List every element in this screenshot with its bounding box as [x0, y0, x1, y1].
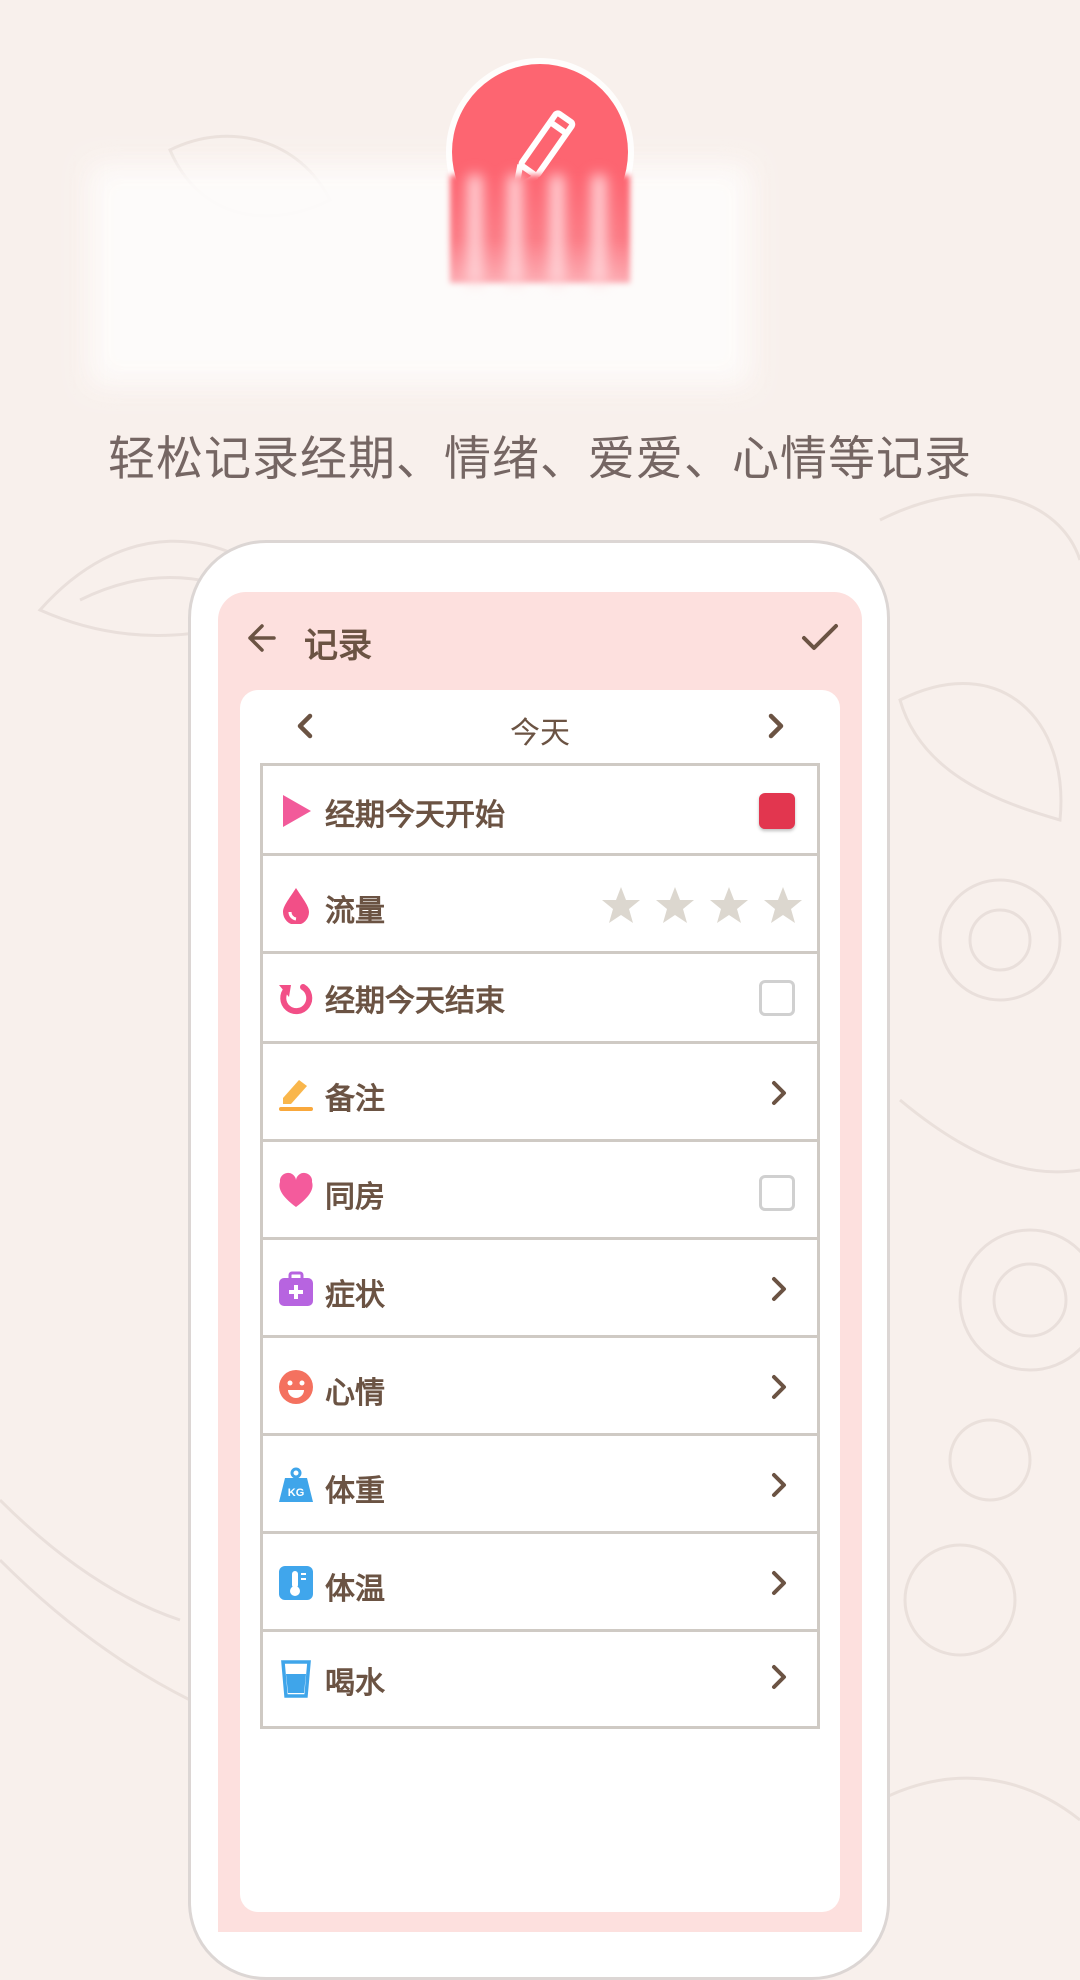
period-end-checkbox[interactable]	[759, 980, 795, 1016]
row-label: 流量	[325, 894, 385, 929]
page-title: 记录	[304, 626, 372, 666]
chevron-right-icon[interactable]	[769, 1472, 789, 1498]
chevron-right-icon[interactable]	[769, 1276, 789, 1302]
row-label: 经期今天开始	[325, 798, 505, 833]
heart-icon	[279, 1172, 313, 1207]
row-mood[interactable]: 心情	[263, 1338, 817, 1436]
note-icon	[279, 1080, 313, 1111]
record-list: 经期今天开始 流量 经期今天结束 备注 同房 症状 心情 KG 体重 体温 喝水	[260, 763, 820, 1729]
smile-icon	[279, 1370, 313, 1404]
date-label: 今天	[510, 716, 570, 751]
chevron-right-icon[interactable]	[769, 1570, 789, 1596]
row-intercourse[interactable]: 同房	[263, 1142, 817, 1240]
weight-icon: KG	[279, 1467, 313, 1502]
star-icon[interactable]	[763, 886, 803, 924]
row-label: 体重	[325, 1474, 385, 1509]
row-label: 症状	[325, 1278, 385, 1313]
flow-rating[interactable]	[587, 886, 803, 928]
row-label: 备注	[325, 1082, 385, 1117]
chevron-right-icon[interactable]	[769, 1664, 789, 1690]
star-icon[interactable]	[601, 886, 641, 924]
row-temperature[interactable]: 体温	[263, 1534, 817, 1632]
chevron-right-icon[interactable]	[769, 1080, 789, 1106]
back-arrow-icon[interactable]	[242, 620, 278, 656]
row-label: 体温	[325, 1572, 385, 1607]
restart-icon	[279, 984, 313, 1015]
star-icon[interactable]	[655, 886, 695, 924]
row-period-start[interactable]: 经期今天开始	[263, 766, 817, 856]
row-weight[interactable]: KG 体重	[263, 1436, 817, 1534]
play-icon	[283, 795, 311, 827]
previous-day-chevron-icon[interactable]	[293, 712, 317, 740]
period-start-checkbox[interactable]	[759, 793, 795, 829]
row-period-end[interactable]: 经期今天结束	[263, 954, 817, 1044]
row-water[interactable]: 喝水	[263, 1632, 817, 1726]
tagline: 轻松记录经期、情绪、爱爱、心情等记录	[108, 432, 972, 487]
row-label: 经期今天结束	[325, 984, 505, 1019]
row-label: 心情	[325, 1376, 385, 1411]
blurred-badge-trail	[450, 175, 630, 283]
row-notes[interactable]: 备注	[263, 1044, 817, 1142]
svg-text:KG: KG	[288, 1487, 305, 1499]
row-flow[interactable]: 流量	[263, 856, 817, 954]
medkit-icon	[279, 1271, 313, 1306]
row-label: 喝水	[325, 1666, 385, 1701]
intercourse-checkbox[interactable]	[759, 1175, 795, 1211]
blurred-area	[90, 165, 750, 385]
star-icon[interactable]	[709, 886, 749, 924]
chevron-right-icon[interactable]	[769, 1374, 789, 1400]
confirm-check-icon[interactable]	[800, 620, 840, 656]
thermometer-icon	[279, 1566, 313, 1600]
water-cup-icon	[281, 1660, 311, 1698]
row-symptoms[interactable]: 症状	[263, 1240, 817, 1338]
next-day-chevron-icon[interactable]	[764, 712, 788, 740]
row-label: 同房	[325, 1180, 385, 1215]
drop-icon	[283, 888, 309, 924]
